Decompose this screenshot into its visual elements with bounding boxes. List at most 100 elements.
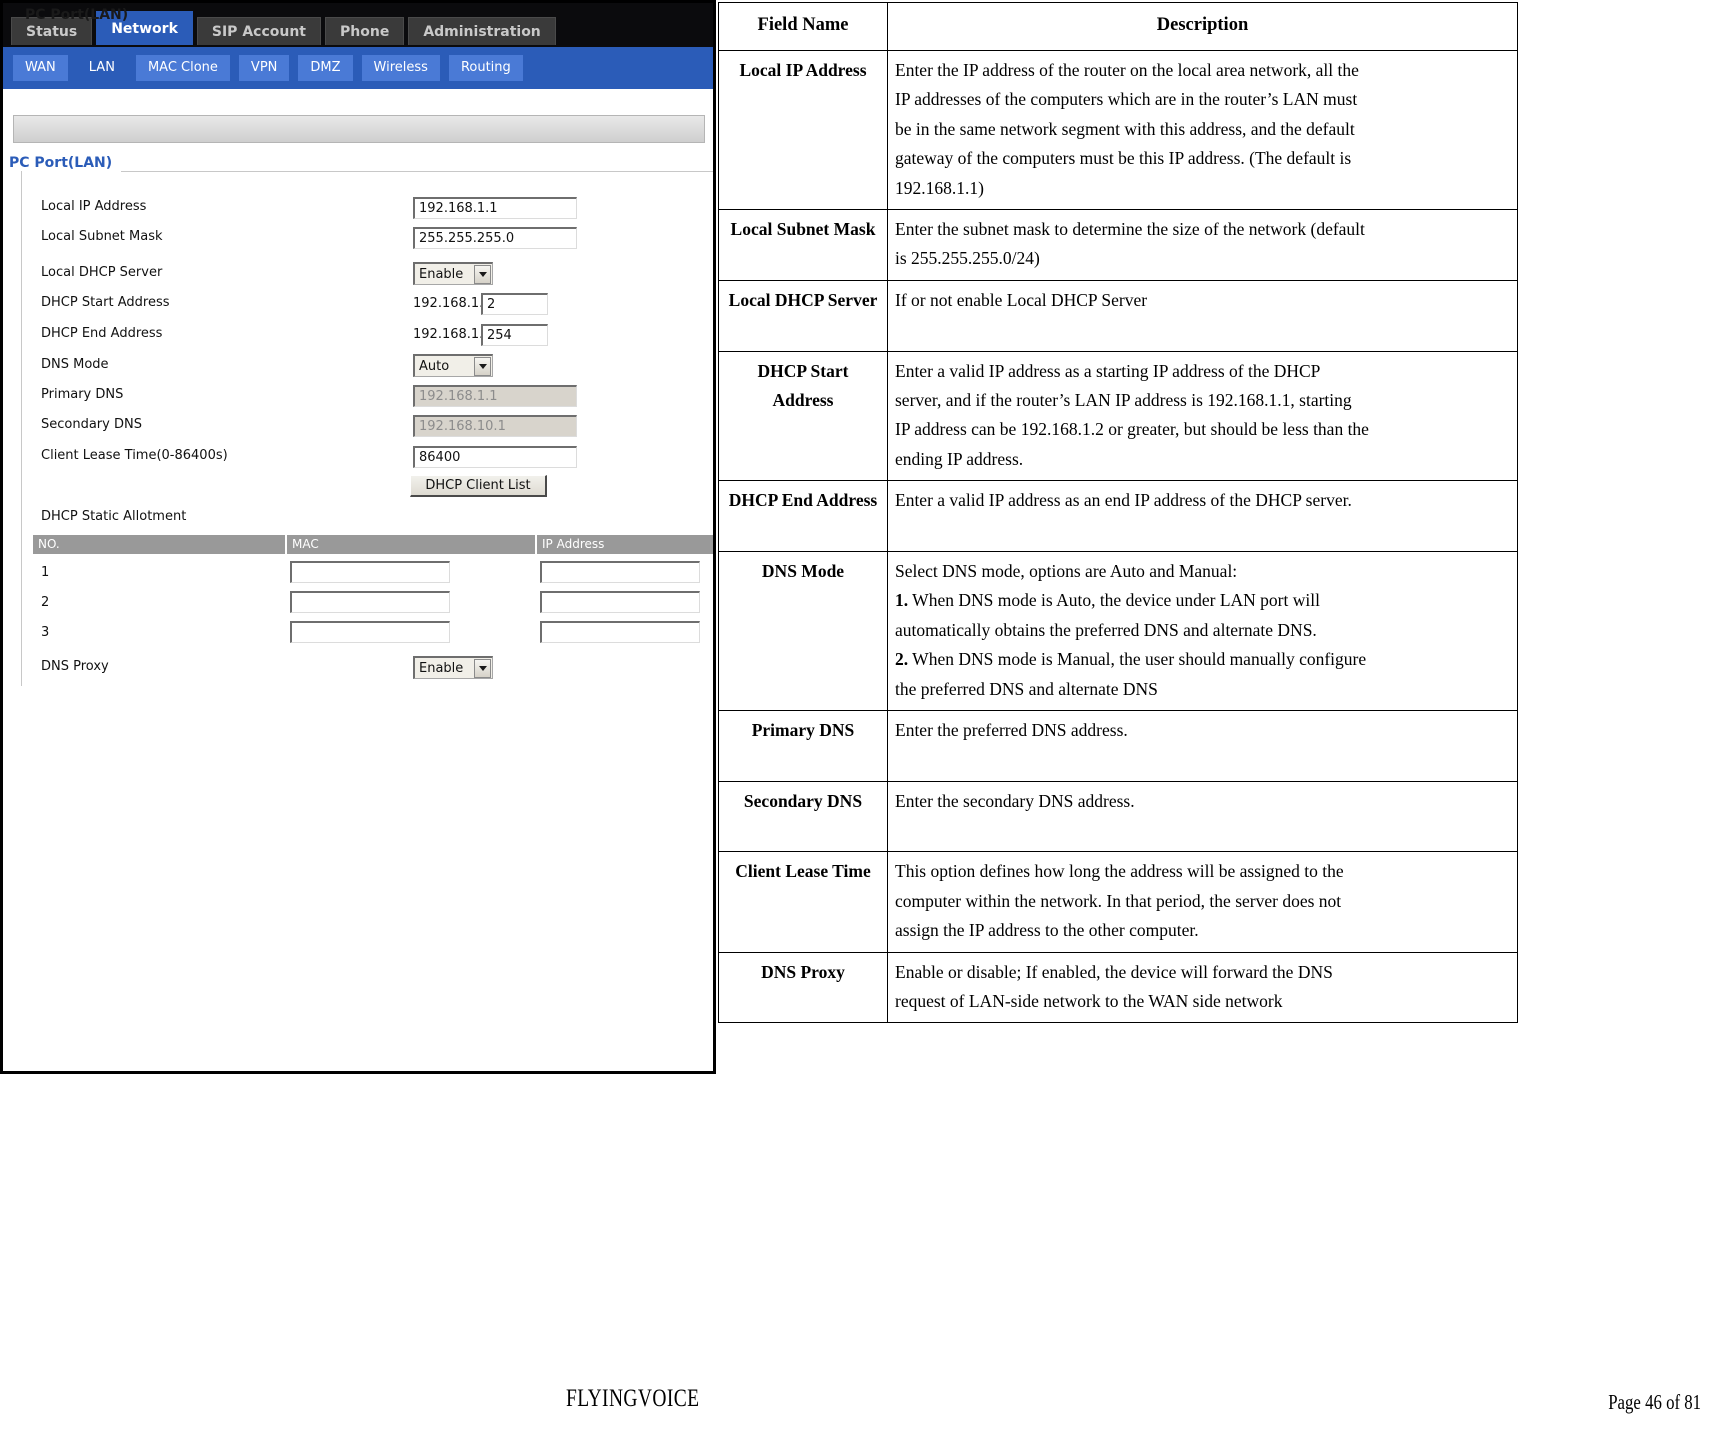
description-line: 2. When DNS mode is Manual, the user sho… bbox=[895, 649, 1367, 670]
nav-tab-sip-account[interactable]: SIP Account bbox=[196, 17, 321, 45]
description-line: Enter a valid IP address as a starting I… bbox=[895, 360, 1321, 381]
description-line: the preferred DNS and alternate DNS bbox=[895, 678, 1158, 699]
field-name-cell: Client Lease Time bbox=[718, 851, 888, 953]
static-allotment-ip-input[interactable] bbox=[540, 621, 700, 643]
description-line: 1. When DNS mode is Auto, the device und… bbox=[895, 590, 1320, 611]
footer-brand: FLYINGVOICE bbox=[566, 1385, 700, 1412]
static-allotment-col-no: NO. bbox=[33, 535, 285, 554]
description-cell: Select DNS mode, options are Auto and Ma… bbox=[887, 550, 1518, 711]
description-line: assign the IP address to the other compu… bbox=[895, 920, 1199, 941]
description-line: request of LAN-side network to the WAN s… bbox=[895, 991, 1283, 1012]
description-cell: This option defines how long the address… bbox=[887, 851, 1518, 953]
label-local-ip-address: Local IP Address bbox=[41, 199, 147, 214]
sub-tab-routing[interactable]: Routing bbox=[448, 55, 523, 81]
description-line: This option defines how long the address… bbox=[895, 861, 1344, 882]
local-ip-address-input[interactable]: 192.168.1.1 bbox=[413, 197, 577, 219]
router-ui-screenshot: Status Network SIP Account Phone Administrat… bbox=[0, 0, 716, 1074]
sub-tab-wireless[interactable]: Wireless bbox=[361, 55, 440, 81]
table-row: Local Subnet Mask Enter the subnet mask t… bbox=[718, 209, 1518, 281]
local-dhcp-server-value: Enable bbox=[419, 266, 464, 282]
static-allotment-mac-input[interactable] bbox=[290, 591, 450, 613]
description-cell: Enter the IP address of the router on th… bbox=[887, 50, 1518, 211]
dhcp-client-list-button[interactable]: DHCP Client List bbox=[410, 475, 547, 497]
description-cell: If or not enable Local DHCP Server bbox=[887, 279, 1518, 352]
description-cell: Enter the subnet mask to determine the s… bbox=[887, 209, 1518, 281]
static-allotment-mac-input[interactable] bbox=[290, 561, 450, 583]
description-cell: Enter a valid IP address as a starting I… bbox=[887, 350, 1518, 482]
description-cell: Enter a valid IP address as an end IP ad… bbox=[887, 480, 1518, 552]
field-name-cell: Local IP Address bbox=[718, 50, 888, 211]
fieldset-left-rule bbox=[21, 171, 22, 686]
field-name-cell: DHCP Start Address bbox=[718, 350, 888, 482]
table-row: Client Lease Time This option defines how… bbox=[718, 851, 1518, 953]
local-dhcp-server-select[interactable]: Enable bbox=[413, 262, 493, 285]
table-header-row: Field Name Description bbox=[718, 1, 1518, 52]
description-line: automatically obtains the preferred DNS … bbox=[895, 619, 1317, 640]
header-field-name: Field Name bbox=[718, 1, 888, 52]
sub-tab-lan[interactable]: LAN bbox=[76, 55, 127, 81]
description-line: ending IP address. bbox=[895, 448, 1024, 469]
label-dns-proxy: DNS Proxy bbox=[41, 659, 109, 674]
dhcp-end-address-input[interactable]: 254 bbox=[481, 324, 548, 346]
description-line: Select DNS mode, options are Auto and Ma… bbox=[895, 560, 1238, 581]
description-line: 192.168.1.1) bbox=[895, 177, 984, 198]
static-allotment-ip-input[interactable] bbox=[540, 591, 700, 613]
sub-nav-tabs: WAN LAN MAC Clone VPN DMZ Wireless Routing bbox=[3, 47, 713, 89]
fieldset-top-rule bbox=[121, 171, 713, 172]
label-local-dhcp-server: Local DHCP Server bbox=[41, 265, 163, 280]
description-line: be in the same network segment with this… bbox=[895, 118, 1355, 139]
dns-mode-value: Auto bbox=[419, 358, 450, 374]
static-allotment-col-ip: IP Address bbox=[537, 535, 713, 554]
chevron-down-icon bbox=[474, 356, 491, 376]
description-line: If or not enable Local DHCP Server bbox=[895, 289, 1148, 310]
fieldset-legend: PC Port(LAN) bbox=[9, 155, 113, 171]
static-allotment-title: DHCP Static Allotment bbox=[41, 509, 187, 524]
field-name-cell: DNS Proxy bbox=[718, 951, 888, 1024]
label-secondary-dns: Secondary DNS bbox=[41, 417, 142, 432]
dhcp-start-address-input[interactable]: 2 bbox=[481, 293, 548, 315]
field-description-table: Field Name Description Local IP Address E… bbox=[718, 1, 1518, 1024]
description-cell: Enter the secondary DNS address. bbox=[887, 780, 1518, 853]
field-name-cell: DHCP End Address bbox=[718, 480, 888, 552]
static-allotment-mac-input[interactable] bbox=[290, 621, 450, 643]
primary-dns-input[interactable]: 192.168.1.1 bbox=[413, 385, 577, 407]
field-name-cell: Local DHCP Server bbox=[718, 279, 888, 352]
static-allotment-row-no: 3 bbox=[41, 625, 50, 640]
description-line: IP address can be 192.168.1.2 or greater… bbox=[895, 419, 1369, 440]
table-row: DNS Proxy Enable or disable; If enabled, … bbox=[718, 951, 1518, 1024]
chevron-down-icon bbox=[474, 264, 491, 284]
description-line: computer within the network. In that per… bbox=[895, 890, 1342, 911]
sub-tab-vpn[interactable]: VPN bbox=[238, 55, 290, 81]
footer-page-number: Page 46 of 81 bbox=[1608, 1390, 1701, 1414]
description-line: Enable or disable; If enabled, the devic… bbox=[895, 961, 1333, 982]
description-line bbox=[895, 745, 1510, 774]
description-line bbox=[895, 315, 1510, 344]
description-line: Enter the subnet mask to determine the s… bbox=[895, 219, 1365, 240]
sub-tab-mac-clone[interactable]: MAC Clone bbox=[135, 55, 230, 81]
table-row: Local IP Address Enter the IP address of … bbox=[718, 50, 1518, 211]
description-line: gateway of the computers must be this IP… bbox=[895, 148, 1352, 169]
label-primary-dns: Primary DNS bbox=[41, 387, 124, 402]
table-row: DHCP End Address Enter a valid IP address… bbox=[718, 480, 1518, 552]
description-cell: Enable or disable; If enabled, the devic… bbox=[887, 951, 1518, 1024]
dns-proxy-select[interactable]: Enable bbox=[413, 656, 493, 679]
secondary-dns-input[interactable]: 192.168.10.1 bbox=[413, 415, 577, 437]
field-name-cell: Local Subnet Mask bbox=[718, 209, 888, 281]
label-dhcp-start-address: DHCP Start Address bbox=[41, 295, 170, 310]
sub-tab-wan[interactable]: WAN bbox=[13, 55, 68, 81]
nav-tab-phone[interactable]: Phone bbox=[325, 17, 405, 45]
dns-mode-select[interactable]: Auto bbox=[413, 354, 493, 377]
local-subnet-mask-input[interactable]: 255.255.255.0 bbox=[413, 227, 577, 249]
description-cell: Enter the preferred DNS address. bbox=[887, 709, 1518, 782]
label-dhcp-end-address: DHCP End Address bbox=[41, 326, 163, 341]
table-row: DHCP Start Address Enter a valid IP addre… bbox=[718, 350, 1518, 482]
static-allotment-ip-input[interactable] bbox=[540, 561, 700, 583]
table-row: Local DHCP Server If or not enable Local … bbox=[718, 279, 1518, 352]
page-title-band bbox=[13, 115, 705, 143]
description-line: IP addresses of the computers which are … bbox=[895, 89, 1358, 110]
field-name-cell: Secondary DNS bbox=[718, 780, 888, 853]
nav-tab-administration[interactable]: Administration bbox=[408, 17, 556, 45]
sub-tab-dmz[interactable]: DMZ bbox=[298, 55, 353, 81]
page-title: PC Port(LAN) bbox=[25, 7, 129, 23]
client-lease-time-input[interactable]: 86400 bbox=[413, 446, 577, 468]
